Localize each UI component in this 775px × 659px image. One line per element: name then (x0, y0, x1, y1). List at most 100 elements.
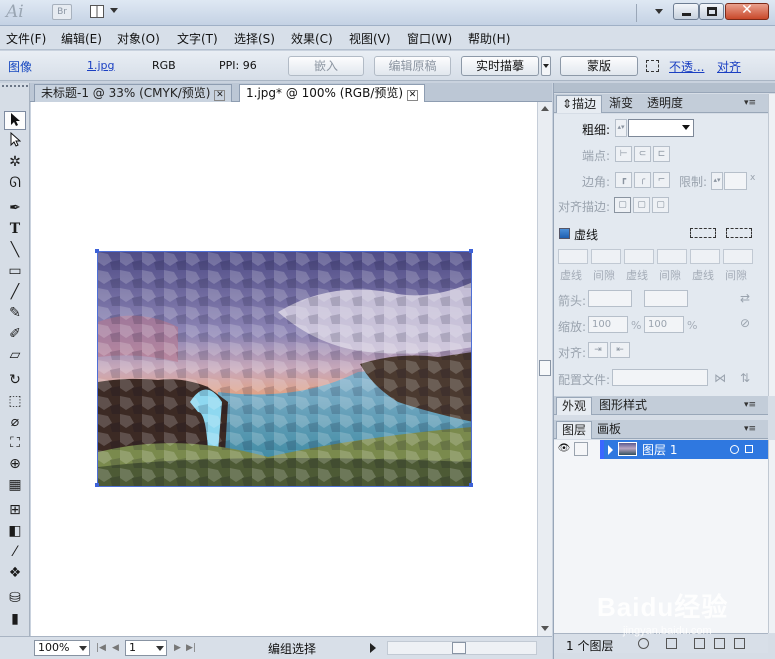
magic-wand-tool-icon[interactable]: ✲ (4, 153, 26, 172)
pen-tool-icon[interactable]: ✒ (4, 199, 26, 218)
arrow-extend-icon[interactable]: ⇥ (588, 342, 608, 358)
limit-stepper[interactable]: ▴▾ (711, 172, 723, 190)
panel-scrollbar[interactable] (768, 94, 775, 396)
close-icon[interactable]: ✕ (214, 90, 226, 101)
filename-link[interactable]: 1.jpg (87, 59, 115, 72)
start-scale-input[interactable]: 100 (588, 316, 628, 333)
mask-button[interactable]: 蒙版 (560, 56, 638, 76)
tab-stroke[interactable]: ⇕描边 (556, 95, 603, 113)
projecting-cap-icon[interactable]: ⊏ (653, 146, 670, 162)
previous-artboard-icon[interactable]: ◀ (112, 643, 119, 653)
panel-menu-icon[interactable]: ▾≡ (744, 400, 756, 410)
selection-handle[interactable] (469, 483, 473, 487)
align-dash-icon[interactable] (726, 228, 752, 238)
direct-selection-tool-icon[interactable] (4, 131, 26, 151)
type-tool-icon[interactable]: T (4, 220, 26, 239)
gap-1-input[interactable] (591, 249, 621, 264)
first-artboard-icon[interactable]: |◀ (96, 643, 106, 653)
blob-brush-tool-icon[interactable]: ✐ (4, 325, 26, 344)
maximize-button[interactable] (699, 3, 724, 20)
arrow-place-icon[interactable]: ⇤ (610, 342, 630, 358)
locate-object-icon[interactable] (638, 638, 649, 649)
gap-3-input[interactable] (723, 249, 753, 264)
zoom-select[interactable]: 100% (34, 640, 90, 656)
selection-tool-icon[interactable] (4, 111, 26, 130)
eye-icon[interactable]: 👁 (557, 442, 571, 456)
menu-select[interactable]: 选择(S) (234, 30, 275, 47)
canvas-horizontal-scrollbar[interactable] (387, 641, 537, 655)
paintbrush-tool-icon[interactable]: ╱ (4, 283, 26, 302)
minimize-button[interactable] (673, 3, 699, 20)
close-button[interactable]: ✕ (725, 2, 769, 20)
target-icon[interactable] (730, 445, 739, 454)
dashed-line-checkbox[interactable] (559, 228, 570, 239)
eyedropper-tool-icon[interactable]: ⁄ (4, 543, 26, 562)
panel-menu-icon[interactable]: ▾≡ (744, 98, 756, 108)
rotate-tool-icon[interactable]: ↻ (4, 371, 26, 390)
end-scale-input[interactable]: 100 (644, 316, 684, 333)
expand-arrow-icon[interactable] (608, 445, 613, 455)
panel-grip[interactable] (2, 85, 28, 90)
tab-transparency[interactable]: 透明度 (642, 95, 688, 113)
limit-input[interactable] (724, 172, 747, 190)
panel-menu-icon[interactable]: ▾≡ (744, 424, 756, 434)
end-arrowhead-select[interactable] (644, 290, 688, 307)
crop-marks-icon[interactable] (646, 60, 659, 72)
pencil-tool-icon[interactable]: ✎ (4, 304, 26, 323)
close-icon[interactable]: ✕ (407, 90, 419, 101)
menu-edit[interactable]: 编辑(E) (61, 30, 102, 47)
delete-layer-icon[interactable] (734, 638, 745, 649)
lock-toggle[interactable] (574, 442, 588, 456)
weight-stepper[interactable]: ▴▾ (615, 119, 627, 137)
miter-join-icon[interactable]: ┏ (615, 172, 632, 188)
align-link[interactable]: 对齐 (717, 58, 741, 75)
arrange-documents-button[interactable] (88, 3, 122, 21)
shape-builder-tool-icon[interactable]: ⊕ (4, 455, 26, 474)
tab-untitled-1[interactable]: 未标题-1 @ 33% (CMYK/预览) ✕ (34, 84, 233, 102)
link-scale-icon[interactable]: ⊘ (740, 316, 750, 330)
round-cap-icon[interactable]: ⊂ (634, 146, 651, 162)
perspective-grid-tool-icon[interactable]: ▦ (4, 476, 26, 495)
round-join-icon[interactable]: ╭ (634, 172, 651, 188)
selection-handle[interactable] (95, 249, 99, 253)
scale-tool-icon[interactable]: ⬚ (4, 392, 26, 411)
opacity-link[interactable]: 不透... (669, 58, 704, 75)
new-layer-icon[interactable] (714, 638, 725, 649)
tab-1-jpg[interactable]: 1.jpg* @ 100% (RGB/预览) ✕ (239, 84, 426, 102)
edit-original-button[interactable]: 编辑原稿 (374, 56, 451, 76)
workspace-switcher-icon[interactable] (655, 9, 663, 14)
free-transform-tool-icon[interactable]: ⛶ (4, 434, 26, 453)
swap-arrowheads-icon[interactable]: ⇄ (740, 291, 750, 305)
panel-grip[interactable] (554, 83, 775, 93)
selection-indicator-icon[interactable] (745, 445, 753, 453)
menu-help[interactable]: 帮助(H) (468, 30, 510, 47)
status-menu-icon[interactable] (370, 643, 376, 653)
placed-image[interactable] (97, 251, 472, 487)
scroll-thumb[interactable] (539, 360, 551, 376)
start-arrowhead-select[interactable] (588, 290, 632, 307)
gap-2-input[interactable] (657, 249, 687, 264)
canvas-vertical-scrollbar[interactable] (537, 102, 552, 636)
align-stroke-outside-icon[interactable]: ▢ (652, 197, 669, 213)
tab-graphic-styles[interactable]: 图形样式 (594, 397, 652, 415)
menu-type[interactable]: 文字(T) (177, 30, 218, 47)
warp-tool-icon[interactable]: ⌀ (4, 413, 26, 432)
menu-effect[interactable]: 效果(C) (291, 30, 333, 47)
menu-view[interactable]: 视图(V) (349, 30, 391, 47)
scroll-thumb[interactable] (452, 642, 466, 654)
embed-button[interactable]: 嵌入 (288, 56, 364, 76)
dash-1-input[interactable] (558, 249, 588, 264)
gradient-tool-icon[interactable]: ◧ (4, 522, 26, 541)
dash-2-input[interactable] (624, 249, 654, 264)
flip-along-icon[interactable]: ⋈ (714, 371, 726, 385)
artboard-select[interactable]: 1 (125, 640, 167, 656)
bridge-button[interactable]: Br (52, 4, 72, 20)
butt-cap-icon[interactable]: ⊢ (615, 146, 632, 162)
rectangle-tool-icon[interactable]: ▭ (4, 262, 26, 281)
lasso-tool-icon[interactable]: ᘏ (4, 174, 26, 193)
menu-window[interactable]: 窗口(W) (407, 30, 452, 47)
layer-row[interactable]: 👁 图层 1 (554, 440, 775, 459)
tab-layers[interactable]: 图层 (556, 421, 593, 439)
profile-select[interactable] (612, 369, 708, 386)
trace-presets-dropdown[interactable] (541, 56, 551, 76)
